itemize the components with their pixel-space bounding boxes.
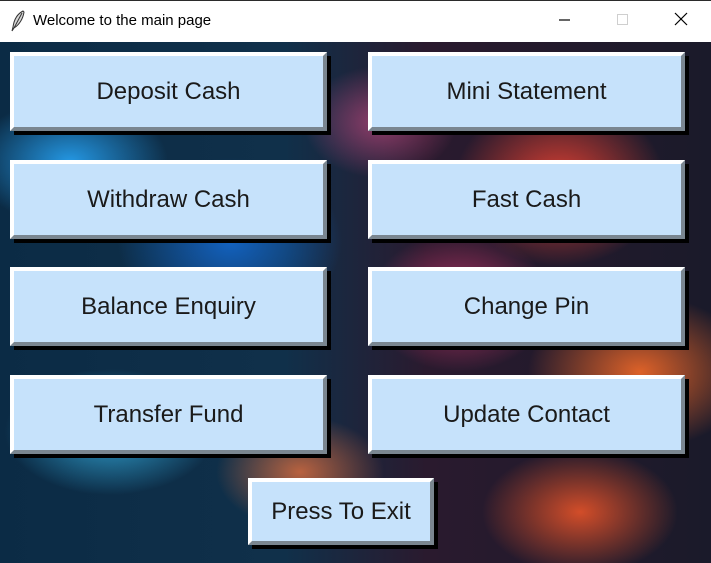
deposit-cash-button[interactable]: Deposit Cash bbox=[10, 52, 327, 131]
mini-statement-button[interactable]: Mini Statement bbox=[368, 52, 685, 131]
update-contact-button[interactable]: Update Contact bbox=[368, 375, 685, 454]
fast-cash-button[interactable]: Fast Cash bbox=[368, 160, 685, 239]
window-title: Welcome to the main page bbox=[33, 12, 212, 29]
main-panel: Deposit Cash Mini Statement Withdraw Cas… bbox=[0, 42, 711, 563]
maximize-icon bbox=[617, 13, 629, 31]
minimize-button[interactable] bbox=[536, 1, 594, 42]
maximize-button[interactable] bbox=[594, 1, 652, 42]
exit-button[interactable]: Press To Exit bbox=[248, 478, 434, 545]
app-window: Welcome to the main page Deposit Cash Mi… bbox=[0, 0, 711, 563]
withdraw-cash-button[interactable]: Withdraw Cash bbox=[10, 160, 327, 239]
close-icon bbox=[674, 12, 688, 31]
feather-icon bbox=[10, 10, 26, 32]
close-button[interactable] bbox=[652, 1, 710, 42]
change-pin-button[interactable]: Change Pin bbox=[368, 267, 685, 346]
balance-enquiry-button[interactable]: Balance Enquiry bbox=[10, 267, 327, 346]
minimize-icon bbox=[559, 13, 571, 31]
title-bar[interactable]: Welcome to the main page bbox=[0, 0, 711, 42]
transfer-fund-button[interactable]: Transfer Fund bbox=[10, 375, 327, 454]
